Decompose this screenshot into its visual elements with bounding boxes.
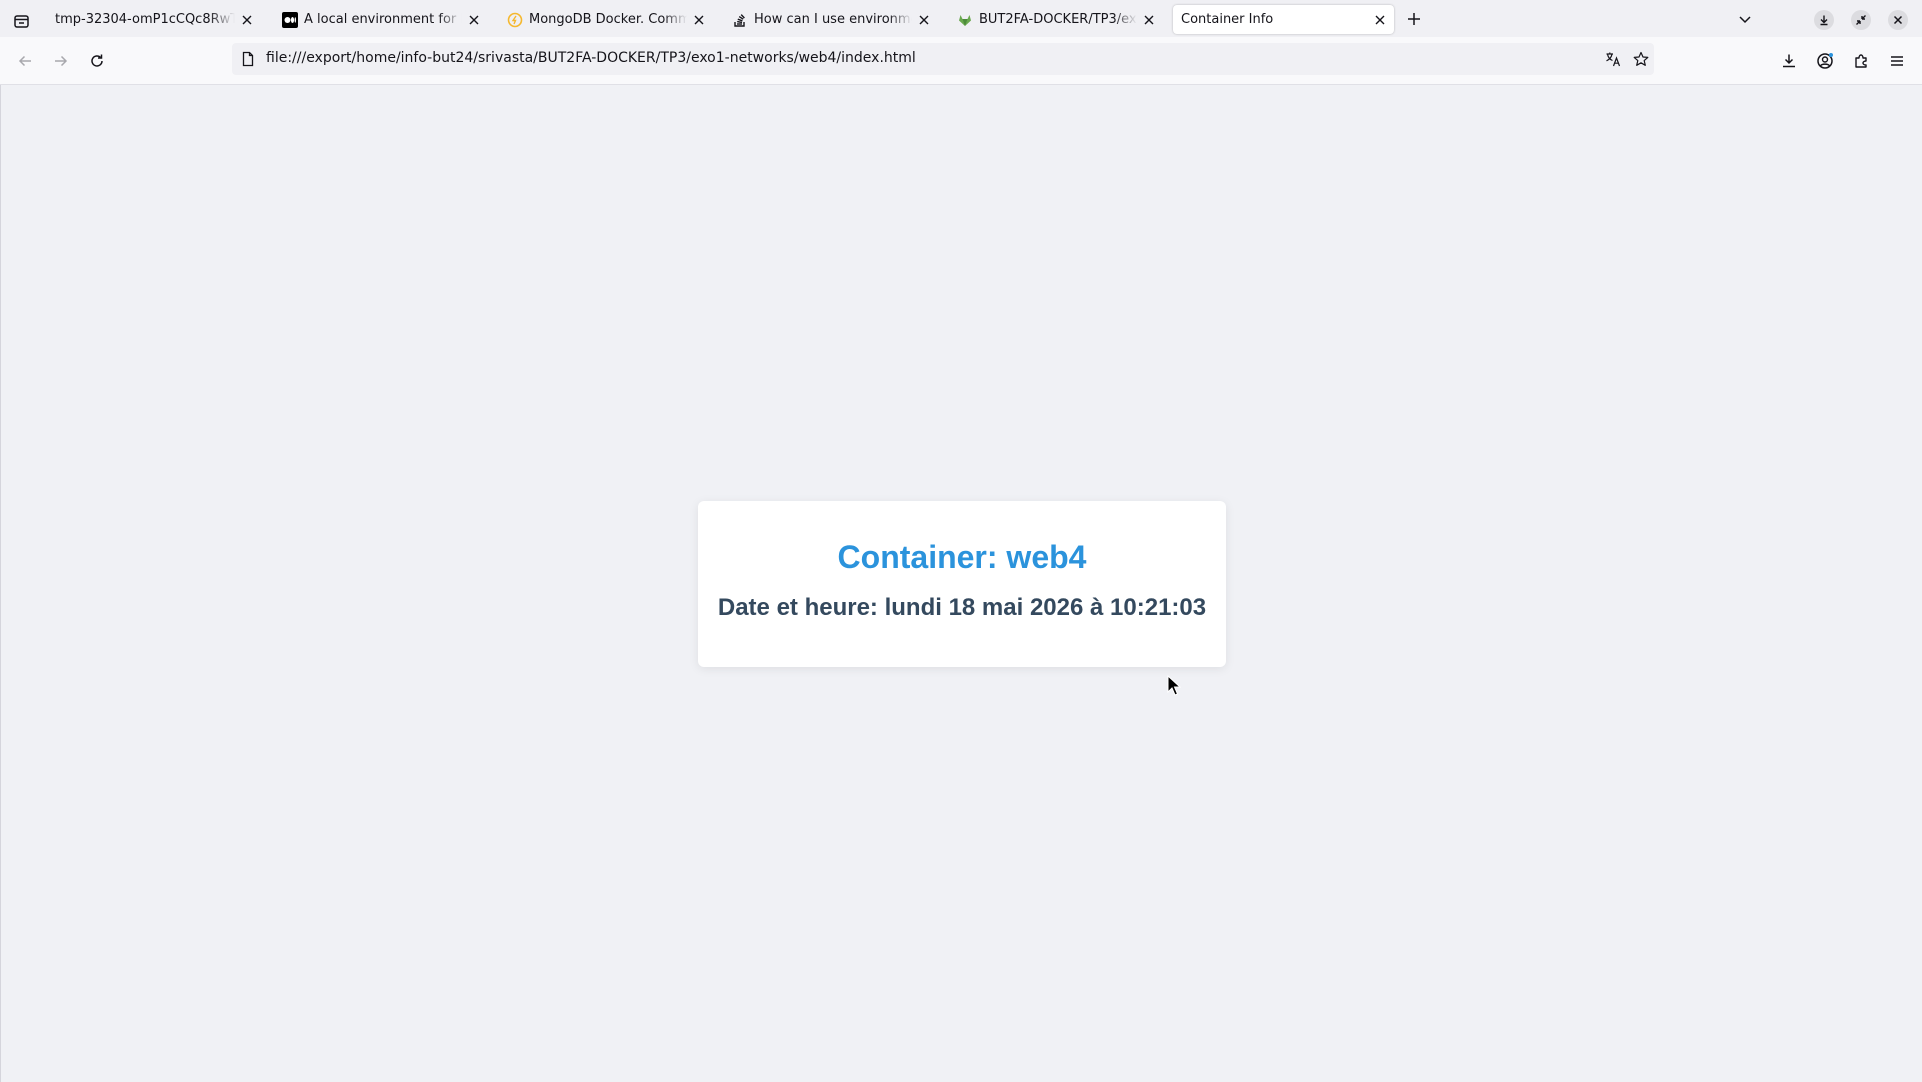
url-text: file:///export/home/info-but24/srivasta/… — [266, 50, 916, 66]
forward-arrow-icon[interactable] — [51, 51, 71, 71]
tab-title: A local environment for Mo — [304, 12, 462, 27]
tab-mongodb-docker[interactable]: MongoDB Docker. Comme — [499, 5, 713, 34]
translate-icon[interactable] — [1605, 51, 1621, 67]
close-icon[interactable] — [691, 12, 707, 28]
tab-gitlab-repo[interactable]: BUT2FA-DOCKER/TP3/exo1 — [949, 5, 1163, 34]
new-tab-plus-icon[interactable] — [1405, 10, 1423, 28]
bookmark-star-icon[interactable] — [1633, 51, 1649, 67]
page-content: Container: web4 Date et heure: lundi 18 … — [0, 85, 1922, 1082]
close-icon[interactable] — [916, 12, 932, 28]
container-heading: Container: web4 — [837, 539, 1087, 575]
datetime-text: Date et heure: lundi 18 mai 2026 à 10:21… — [717, 594, 1207, 621]
tab-bar: tmp-32304-omP1cCQc8RwT-.h A local enviro… — [0, 0, 1922, 37]
tab-title: MongoDB Docker. Comme — [529, 12, 687, 27]
minimize-window-icon[interactable] — [1814, 10, 1834, 30]
firefox-view-icon[interactable] — [8, 9, 34, 35]
tab-title: How can I use environmen — [754, 12, 912, 27]
mouse-pointer-icon — [1167, 674, 1182, 697]
tab-medium-article[interactable]: A local environment for Mo — [274, 5, 488, 34]
navigation-toolbar: file:///export/home/info-but24/srivasta/… — [0, 37, 1922, 85]
chevron-down-icon[interactable] — [1737, 11, 1753, 27]
close-icon[interactable] — [1372, 12, 1388, 28]
tab-tmp-document[interactable]: tmp-32304-omP1cCQc8RwT-.h — [47, 5, 261, 34]
reload-icon[interactable] — [87, 51, 107, 71]
close-icon[interactable] — [466, 12, 482, 28]
medium-logo-icon — [282, 11, 298, 28]
url-bar[interactable]: file:///export/home/info-but24/srivasta/… — [232, 43, 1654, 75]
tab-stackoverflow[interactable]: How can I use environmen — [724, 5, 938, 34]
gitlab-favicon — [957, 12, 973, 28]
close-icon[interactable] — [239, 12, 255, 28]
close-icon[interactable] — [1141, 12, 1157, 28]
tab-title: Container Info — [1181, 12, 1274, 27]
extensions-puzzle-icon[interactable] — [1851, 51, 1871, 71]
tab-container-info[interactable]: Container Info — [1173, 5, 1394, 34]
mongodb-favicon — [507, 12, 523, 28]
back-arrow-icon[interactable] — [15, 51, 35, 71]
container-info-card: Container: web4 Date et heure: lundi 18 … — [698, 501, 1226, 667]
file-page-icon — [240, 51, 256, 67]
stackoverflow-icon — [732, 12, 748, 28]
account-icon[interactable] — [1815, 51, 1835, 71]
downloads-icon[interactable] — [1779, 51, 1799, 71]
tab-title: tmp-32304-omP1cCQc8RwT-.h — [55, 12, 235, 27]
restore-window-icon[interactable] — [1851, 10, 1871, 30]
close-window-icon[interactable] — [1888, 10, 1908, 30]
tab-title: BUT2FA-DOCKER/TP3/exo1 — [979, 12, 1137, 27]
menu-hamburger-icon[interactable] — [1887, 51, 1907, 71]
